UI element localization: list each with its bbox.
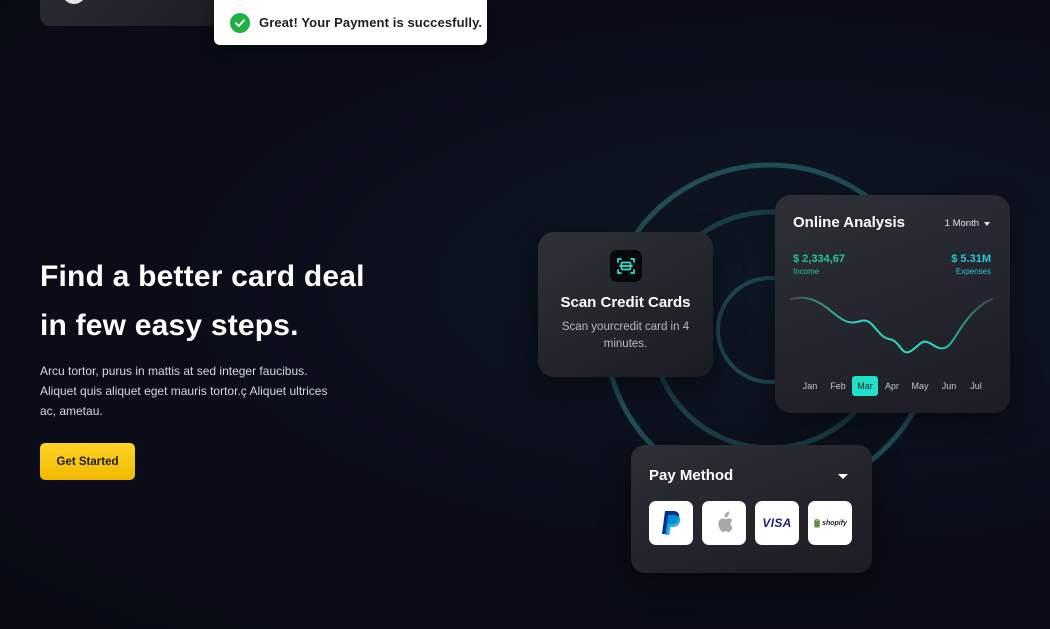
hero-description: Arcu tortor, purus in mattis at sed inte… [40, 364, 328, 418]
shopify-label: shopify [822, 519, 847, 527]
analysis-line-chart [790, 296, 993, 354]
paypal-button[interactable] [649, 501, 693, 545]
month-jan[interactable]: Jan [803, 376, 818, 396]
payment-success-toast: Great! Your Payment is succesfully. [214, 0, 487, 45]
period-label: 1 Month [944, 218, 979, 229]
scan-credit-cards-card[interactable]: Scan Credit Cards Scan yourcredit card i… [538, 232, 713, 377]
pay-method-title: Pay Method [649, 467, 734, 484]
income-label: Income [793, 267, 820, 276]
payment-method-list: VISA shopify [649, 501, 852, 545]
month-selector: Jan Feb Mar Apr May Jun Jul [797, 376, 987, 396]
scan-card-icon [609, 250, 642, 282]
month-jul[interactable]: Jul [970, 376, 982, 396]
top-card-partial [40, 0, 225, 26]
avatar-partial [62, 0, 86, 4]
income-value: $ 2,334,67 [793, 253, 845, 265]
visa-button[interactable]: VISA [755, 501, 799, 545]
visa-label: VISA [762, 516, 792, 530]
month-feb[interactable]: Feb [830, 376, 846, 396]
online-analysis-card: Online Analysis 1 Month $ 2,334,67 Incom… [775, 195, 1010, 413]
analysis-title: Online Analysis [793, 214, 905, 231]
hero-title-line2: in few easy steps. [40, 309, 299, 342]
shopify-bag-icon [814, 518, 821, 528]
chevron-down-icon [984, 221, 990, 226]
month-apr[interactable]: Apr [885, 376, 899, 396]
shopify-button[interactable]: shopify [808, 501, 852, 545]
month-may[interactable]: May [911, 376, 928, 396]
apple-pay-button[interactable] [702, 501, 746, 545]
hero-title: Find a better card deal in few easy step… [40, 252, 420, 350]
scan-card-title: Scan Credit Cards [560, 294, 691, 311]
get-started-button[interactable]: Get Started [40, 443, 135, 480]
check-circle-icon [230, 12, 250, 33]
expenses-label: Expenses [955, 267, 991, 276]
pay-method-card: Pay Method VISA shopify [631, 445, 872, 573]
paypal-icon [662, 511, 681, 535]
scan-card-subtitle: Scan yourcredit card in 4 minutes. [561, 321, 690, 350]
apple-icon [718, 511, 733, 532]
toast-message: Great! Your Payment is succesfully. [259, 15, 483, 30]
month-mar[interactable]: Mar [852, 376, 878, 396]
expenses-value: $ 5.31M [951, 253, 991, 265]
period-dropdown[interactable]: 1 Month [945, 218, 990, 229]
month-jun[interactable]: Jun [942, 376, 957, 396]
hero-title-line1: Find a better card deal [40, 260, 365, 293]
chevron-down-icon[interactable] [838, 474, 848, 479]
